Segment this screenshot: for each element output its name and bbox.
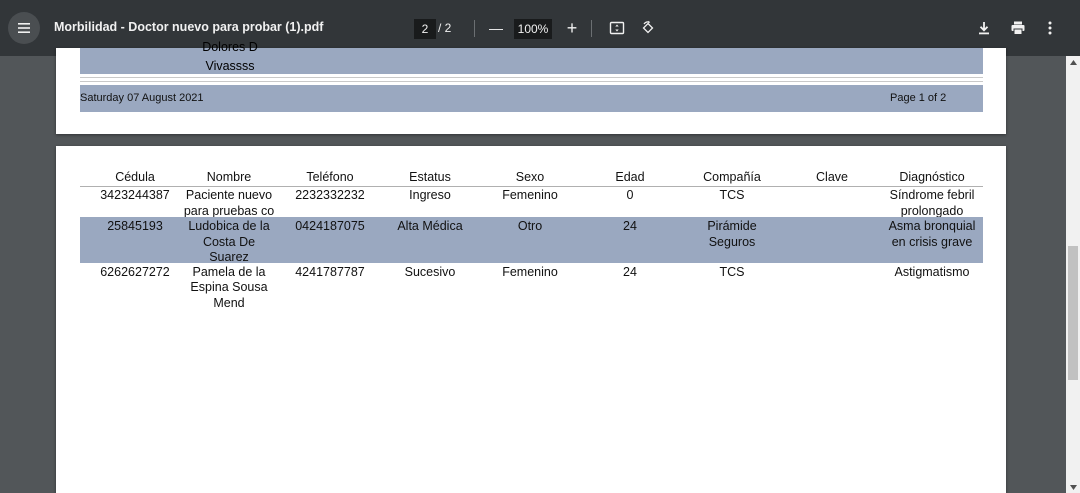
column-header: Nombre xyxy=(206,170,252,184)
cell-estatus: Ingreso xyxy=(409,188,451,202)
patient-name-line: Dolores D xyxy=(202,40,258,54)
cell-telefono: 4241787787 xyxy=(295,265,365,279)
cell-compania: Pirámide xyxy=(707,219,757,233)
cell-compania: TCS xyxy=(719,188,745,202)
toolbar-divider xyxy=(591,20,592,37)
cell-compania: Seguros xyxy=(708,235,756,249)
arrow-down-icon xyxy=(1069,484,1077,490)
cell-diagnostico: Astigmatismo xyxy=(894,265,970,279)
cell-estatus: Alta Médica xyxy=(397,219,463,233)
download-icon xyxy=(979,22,989,35)
cell-diagnostico: Síndrome febril xyxy=(889,188,975,202)
cell-telefono: 2232332232 xyxy=(295,188,365,202)
cell-edad: 24 xyxy=(623,265,637,279)
column-header: Estatus xyxy=(409,170,451,184)
pdf-page-2: Cédula Nombre Teléfono Estatus Sexo Edad… xyxy=(56,146,1006,493)
cell-nombre: Mend xyxy=(213,296,245,310)
page-footer: Saturday 07 August 2021 Page 1 of 2 xyxy=(80,85,983,112)
cell-edad: 0 xyxy=(626,188,634,202)
cell-diagnostico: Asma bronquial xyxy=(888,219,976,233)
menu-button[interactable] xyxy=(8,12,40,44)
download-button[interactable] xyxy=(972,16,996,40)
table-divider xyxy=(80,81,983,82)
cell-sexo: Otro xyxy=(517,219,543,233)
cell-diagnostico: prolongado xyxy=(900,204,964,218)
menu-icon xyxy=(18,23,30,33)
cell-nombre: Suarez xyxy=(209,250,249,264)
zoom-out-button[interactable]: — xyxy=(486,17,506,39)
pdf-page-1: Dolores D Vivassss Saturday 07 August 20… xyxy=(56,41,1006,134)
cell-sexo: Femenino xyxy=(502,188,558,202)
cell-cedula: 6262627272 xyxy=(100,265,170,279)
zoom-in-icon: + xyxy=(566,17,578,38)
cell-telefono: 0424187075 xyxy=(295,219,365,233)
column-header: Cédula xyxy=(115,170,155,184)
cell-cedula: 3423244387 xyxy=(100,188,170,202)
cell-nombre: Espina Sousa xyxy=(190,280,268,294)
rotate-icon xyxy=(642,20,654,34)
arrow-up-icon xyxy=(1069,59,1077,65)
column-header: Sexo xyxy=(515,170,545,184)
column-header: Teléfono xyxy=(306,170,354,184)
header-divider xyxy=(80,186,983,187)
cell-sexo: Femenino xyxy=(502,265,558,279)
scroll-up-button[interactable] xyxy=(1066,56,1080,68)
patient-name-line: Vivassss xyxy=(205,59,255,73)
cell-nombre: Costa De xyxy=(202,235,256,249)
column-header: Compañía xyxy=(703,170,761,184)
scrollbar-thumb[interactable] xyxy=(1068,246,1078,380)
cell-estatus: Sucesivo xyxy=(404,265,456,279)
cell-compania: TCS xyxy=(719,265,745,279)
rotate-button[interactable] xyxy=(636,16,660,40)
scroll-down-button[interactable] xyxy=(1066,481,1080,493)
print-icon xyxy=(1011,21,1025,35)
cell-nombre: Pamela de la xyxy=(192,265,266,279)
vertical-scrollbar[interactable] xyxy=(1066,56,1080,493)
toolbar-divider xyxy=(474,20,475,37)
more-options-button[interactable] xyxy=(1038,16,1062,40)
fit-page-icon xyxy=(609,21,625,35)
page-number-input[interactable]: 2 xyxy=(414,19,436,39)
column-header: Edad xyxy=(615,170,645,184)
more-vert-icon xyxy=(1048,21,1052,35)
table-divider xyxy=(80,77,983,78)
column-header: Clave xyxy=(816,170,848,184)
page-total: / 2 xyxy=(438,21,452,35)
cell-nombre: Ludobica de la xyxy=(188,219,270,233)
highlighted-row: Dolores D Vivassss xyxy=(80,41,983,74)
footer-page-number: Page 1 of 2 xyxy=(890,92,947,104)
cell-nombre: para pruebas co xyxy=(183,204,275,218)
column-header: Diagnóstico xyxy=(899,170,965,184)
footer-date: Saturday 07 August 2021 xyxy=(80,92,204,104)
zoom-in-button[interactable]: + xyxy=(562,17,582,39)
fit-page-button[interactable] xyxy=(605,16,629,40)
cell-cedula: 25845193 xyxy=(107,219,163,233)
zoom-level-input[interactable]: 100% xyxy=(514,19,552,39)
zoom-out-icon: — xyxy=(489,20,503,36)
cell-nombre: Paciente nuevo xyxy=(185,188,273,202)
print-button[interactable] xyxy=(1006,16,1030,40)
cell-edad: 24 xyxy=(623,219,637,233)
cell-diagnostico: en crisis grave xyxy=(891,235,973,249)
document-title: Morbilidad - Doctor nuevo para probar (1… xyxy=(54,20,324,34)
